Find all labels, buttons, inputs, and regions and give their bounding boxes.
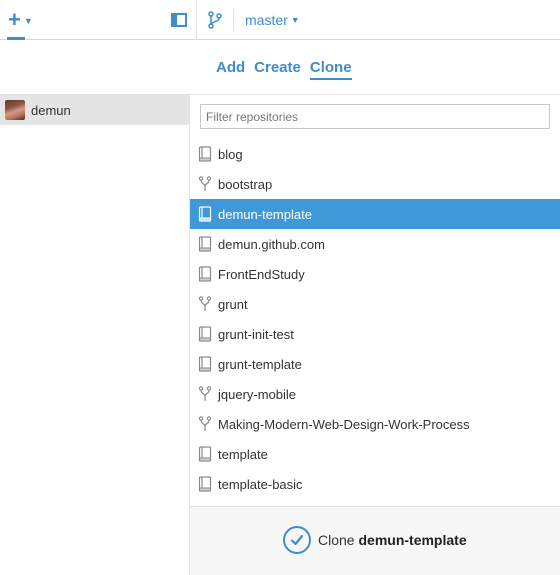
branch-name: master — [245, 12, 288, 28]
list-item[interactable]: demun.github.com — [190, 229, 560, 259]
toolbar-divider — [196, 0, 197, 40]
clone-repo-name: demun-template — [358, 532, 467, 548]
clone-verb: Clone — [318, 532, 355, 548]
caret-down-icon: ▼ — [23, 16, 33, 26]
repository-name: grunt-template — [218, 356, 302, 372]
branch-selector[interactable]: master ▼ — [245, 12, 300, 28]
tab-add[interactable]: Add — [216, 59, 245, 80]
caret-down-icon: ▼ — [290, 15, 300, 25]
list-item[interactable]: jquery-mobile — [190, 379, 560, 409]
repository-name: demun.github.com — [218, 236, 325, 252]
filter-repositories-input[interactable] — [200, 104, 550, 129]
clone-button[interactable]: Clone demun-template — [283, 526, 467, 554]
account-name: demun — [31, 102, 71, 118]
tab-clone[interactable]: Clone — [309, 59, 352, 80]
toolbar: + ▼ master ▼ — [0, 0, 560, 40]
repository-name: bootstrap — [218, 176, 273, 192]
repository-name: grunt-init-test — [218, 326, 294, 342]
fork-icon — [198, 416, 212, 432]
check-circle-icon — [283, 526, 311, 554]
repository-name: demun-template — [218, 206, 312, 222]
list-item[interactable]: template-basic — [190, 469, 560, 499]
list-item[interactable]: grunt — [190, 289, 560, 319]
mode-tabs-bar: Add Create Clone — [0, 40, 560, 95]
list-item[interactable]: FrontEndStudy — [190, 259, 560, 289]
list-item[interactable]: demun-template — [190, 199, 560, 229]
list-item[interactable]: bootstrap — [190, 169, 560, 199]
tab-create[interactable]: Create — [254, 59, 301, 80]
account-sidebar: demun — [0, 95, 190, 575]
clone-label: Clone demun-template — [318, 532, 467, 548]
list-item[interactable]: Making-Modern-Web-Design-Work-Process — [190, 409, 560, 439]
repository-name: template — [218, 446, 268, 462]
repo-icon — [198, 356, 212, 372]
fork-icon — [198, 176, 212, 192]
fork-icon — [198, 296, 212, 312]
repository-name: template-basic — [218, 476, 303, 492]
repository-name: FrontEndStudy — [218, 266, 305, 282]
sidebar-toggle-icon[interactable] — [171, 13, 187, 27]
clone-bar: Clone demun-template — [190, 506, 560, 575]
account-item[interactable]: demun — [0, 95, 190, 125]
list-item[interactable]: template — [190, 439, 560, 469]
repo-icon — [198, 206, 212, 222]
repo-icon — [198, 326, 212, 342]
mode-tabs: Add Create Clone — [216, 59, 352, 80]
repository-name: Making-Modern-Web-Design-Work-Process — [218, 416, 470, 432]
branch-icon[interactable] — [208, 11, 222, 29]
repo-icon — [198, 476, 212, 492]
repo-icon — [198, 236, 212, 252]
repo-icon — [198, 146, 212, 162]
repository-name: jquery-mobile — [218, 386, 297, 402]
repository-list: blog bootstrap demun-template demun.github.… — [190, 139, 560, 499]
plus-icon: + — [8, 7, 21, 32]
list-item[interactable]: blog — [190, 139, 560, 169]
repo-icon — [198, 446, 212, 462]
list-item[interactable]: grunt-template — [190, 349, 560, 379]
fork-icon — [198, 386, 212, 402]
add-menu-button[interactable]: + ▼ — [8, 9, 38, 31]
repository-name: grunt — [218, 296, 248, 312]
avatar — [5, 100, 25, 120]
repository-name: blog — [218, 146, 243, 162]
toolbar-divider — [233, 9, 234, 31]
repo-icon — [198, 266, 212, 282]
list-item[interactable]: grunt-init-test — [190, 319, 560, 349]
